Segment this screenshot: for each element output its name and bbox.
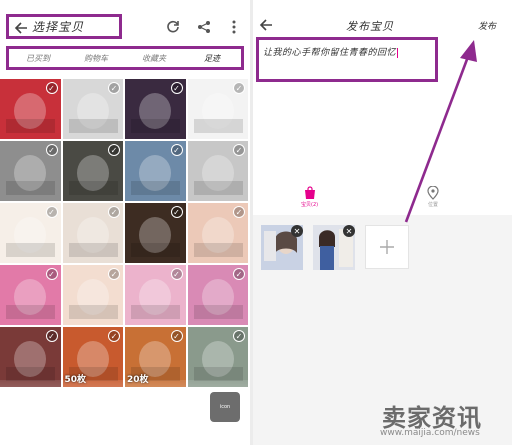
checkmark-icon[interactable]: ✓ (170, 144, 183, 156)
description-text: 让我的心手帮你留住青春的回忆 (263, 47, 399, 58)
shopping-bag-icon (304, 186, 315, 199)
share-button[interactable] (194, 17, 214, 37)
product-cell[interactable]: ✓ (187, 265, 248, 325)
plus-icon (380, 240, 394, 254)
product-cell[interactable]: ✓ (0, 79, 61, 139)
refresh-icon (167, 20, 179, 33)
page-title: 选择宝贝 (32, 20, 85, 34)
checkmark-icon[interactable]: ✓ (45, 82, 58, 94)
back-button[interactable] (259, 17, 273, 36)
add-item-button[interactable] (365, 225, 409, 269)
product-cell[interactable]: ✓ (0, 327, 61, 387)
checkmark-icon[interactable]: ✓ (108, 144, 120, 156)
arrow-left-icon (14, 22, 27, 34)
product-cell[interactable]: ✓ (125, 79, 186, 139)
checkmark-icon[interactable]: ✓ (45, 206, 58, 218)
checkmark-icon[interactable]: ✓ (170, 268, 183, 280)
checkmark-icon[interactable]: ✓ (45, 330, 58, 342)
checkmark-icon[interactable]: ✓ (233, 82, 245, 94)
checkmark-icon[interactable]: ✓ (45, 144, 58, 156)
publish-actions: 宝贝(2) 位置 (253, 186, 512, 214)
product-cell[interactable]: ✓ (187, 141, 248, 201)
selected-thumbnail[interactable]: ✕ (261, 225, 303, 270)
refresh-button[interactable] (163, 17, 183, 37)
tab-bar: 已买到 购物车 收藏夹 足迹 (6, 46, 244, 70)
more-button[interactable] (224, 17, 244, 37)
checkmark-icon[interactable]: ✓ (233, 268, 245, 280)
product-cell[interactable]: ✓ (62, 79, 123, 139)
watermark-logo: 卖家资讯 www.maijia.com/news (376, 398, 512, 445)
selected-thumbnail[interactable]: ✕ (313, 225, 355, 270)
float-button-label: icon (219, 404, 231, 410)
product-cell[interactable]: ✓50枚 (62, 327, 123, 387)
publish-form: 发布宝贝 发布 让我的心手帮你留住青春的回忆 宝贝(2) 位置 (253, 0, 512, 215)
description-input[interactable]: 让我的心手帮你留住青春的回忆 (256, 37, 438, 82)
text-caret (397, 47, 399, 58)
remove-icon[interactable]: ✕ (343, 225, 355, 237)
watermark-url: www.maijia.com/news (380, 428, 480, 438)
product-cell[interactable]: ✓20枚 (125, 327, 186, 387)
checkmark-icon[interactable]: ✓ (170, 82, 183, 94)
checkmark-icon[interactable]: ✓ (108, 330, 120, 342)
checkmark-icon[interactable]: ✓ (233, 330, 245, 342)
product-cell[interactable]: ✓ (187, 79, 248, 139)
item-count-button[interactable]: 宝贝(2) (301, 186, 318, 208)
checkmark-icon[interactable]: ✓ (170, 330, 183, 342)
product-cell[interactable]: ✓ (125, 265, 186, 325)
checkmark-icon[interactable]: ✓ (108, 268, 120, 280)
share-icon (198, 21, 210, 33)
page-title: 发布宝贝 (346, 20, 394, 33)
product-cell[interactable]: ✓ (187, 203, 248, 263)
checkmark-icon[interactable]: ✓ (108, 82, 120, 94)
publish-item-screen: 发布宝贝 发布 让我的心手帮你留住青春的回忆 宝贝(2) 位置 ✕ ✕ (253, 0, 512, 445)
product-cell[interactable]: ✓ (62, 141, 123, 201)
float-button[interactable]: icon (210, 392, 240, 422)
checkmark-icon[interactable]: ✓ (45, 268, 58, 280)
product-grid: ✓✓✓✓✓✓✓✓✓✓✓✓✓✓✓✓✓✓50枚✓20枚✓ (0, 79, 250, 387)
location-pin-icon (427, 186, 439, 200)
product-cell[interactable]: ✓ (187, 327, 248, 387)
screenshot-root: 选择宝贝 已买到 购物车 收藏夹 足迹 ✓✓✓✓✓✓✓✓✓✓✓✓✓✓✓✓✓✓50… (0, 0, 512, 445)
more-vertical-icon (232, 20, 236, 34)
product-cell[interactable]: ✓ (125, 203, 186, 263)
location-button[interactable]: 位置 (427, 186, 439, 208)
location-label: 位置 (427, 202, 438, 208)
remove-icon[interactable]: ✕ (291, 225, 303, 237)
tab-favorites[interactable]: 收藏夹 (125, 53, 183, 64)
arrow-left-icon (259, 19, 272, 31)
product-cell[interactable]: ✓ (0, 203, 61, 263)
status-bar (0, 0, 250, 9)
publish-button[interactable]: 发布 (478, 19, 496, 32)
selected-items: ✕ ✕ (261, 225, 409, 270)
checkmark-icon[interactable]: ✓ (108, 206, 120, 218)
item-count-label: 宝贝(2) (301, 202, 319, 208)
tab-history[interactable]: 足迹 (183, 53, 241, 64)
product-cell[interactable]: ✓ (0, 265, 61, 325)
tab-purchased[interactable]: 已买到 (9, 53, 67, 64)
checkmark-icon[interactable]: ✓ (170, 206, 183, 218)
checkmark-icon[interactable]: ✓ (233, 206, 245, 218)
back-button[interactable] (8, 15, 34, 41)
product-cell[interactable]: ✓ (125, 141, 186, 201)
product-cell[interactable]: ✓ (0, 141, 61, 201)
left-header: 选择宝贝 (0, 12, 250, 42)
checkmark-icon[interactable]: ✓ (233, 144, 245, 156)
product-cell[interactable]: ✓ (62, 265, 123, 325)
tab-cart[interactable]: 购物车 (67, 53, 125, 64)
select-item-screen: 选择宝贝 已买到 购物车 收藏夹 足迹 ✓✓✓✓✓✓✓✓✓✓✓✓✓✓✓✓✓✓50… (0, 0, 250, 445)
product-cell[interactable]: ✓ (62, 203, 123, 263)
